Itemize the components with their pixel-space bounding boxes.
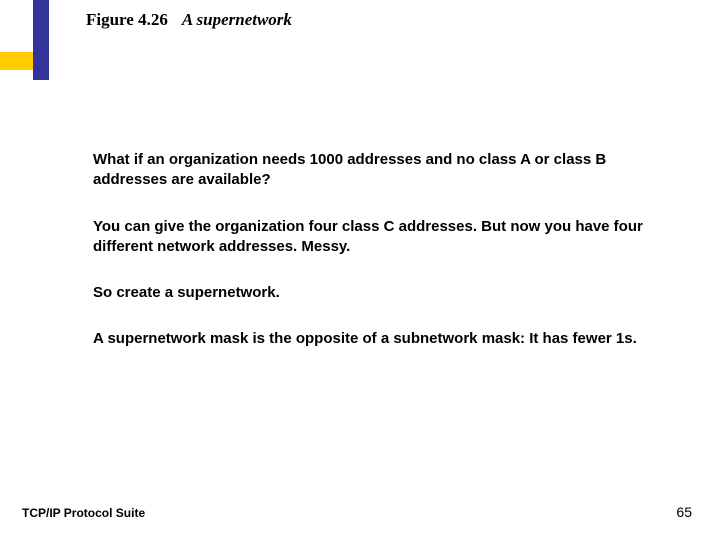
body-text: What if an organization needs 1000 addre…	[93, 150, 653, 376]
page-number: 65	[676, 504, 692, 520]
figure-title: A supernetwork	[182, 10, 292, 30]
footer-source: TCP/IP Protocol Suite	[22, 506, 145, 520]
accent-bar-vertical	[33, 0, 49, 80]
figure-heading: Figure 4.26 A supernetwork	[86, 10, 292, 30]
paragraph: A supernetwork mask is the opposite of a…	[93, 329, 653, 349]
paragraph: You can give the organization four class…	[93, 217, 653, 258]
paragraph: So create a supernetwork.	[93, 283, 653, 303]
paragraph: What if an organization needs 1000 addre…	[93, 150, 653, 191]
figure-label: Figure 4.26	[86, 10, 168, 30]
